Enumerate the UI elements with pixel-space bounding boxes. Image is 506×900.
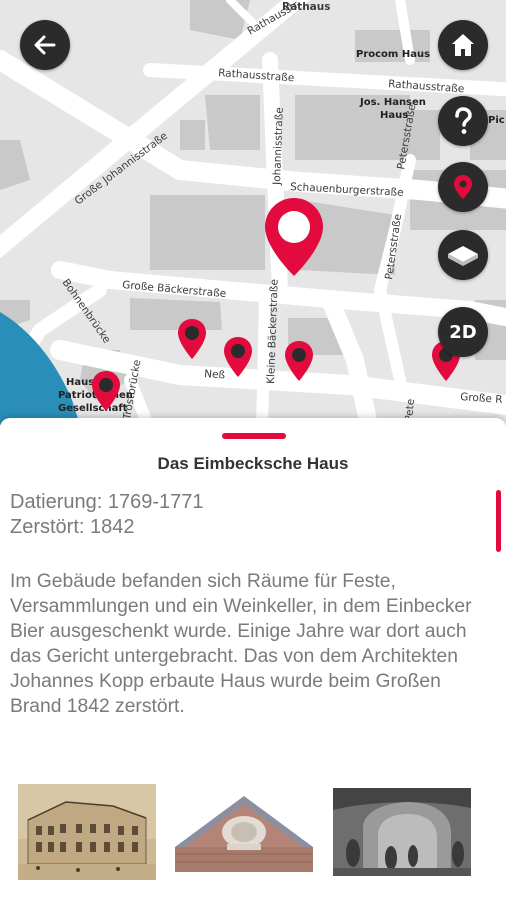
poi-meta: Datierung: 1769-1771 Zerstört: 1842 (10, 490, 203, 540)
poi-title: Das Eimbecksche Haus (157, 454, 349, 473)
help-button[interactable] (438, 96, 488, 146)
gallery-image-cellar[interactable] (333, 788, 471, 876)
arrow-left-icon (34, 35, 56, 55)
gallery-image-building[interactable] (18, 784, 156, 880)
image-gallery (0, 784, 506, 884)
home-icon (452, 34, 474, 56)
home-button[interactable] (438, 20, 488, 70)
building-label-procom: Procom Haus (356, 49, 430, 60)
drag-handle[interactable] (222, 433, 286, 439)
map-layer-icon (448, 246, 478, 266)
poi-dating: Datierung: 1769-1771 (10, 491, 204, 513)
building-label-haus-patriotischen-1: Haus (66, 377, 94, 388)
building-label-haus: Haus (380, 110, 408, 121)
poi-pin-icon[interactable] (223, 336, 253, 378)
building-label-pic: Pic (488, 115, 505, 126)
scrollbar[interactable] (496, 490, 501, 552)
layers-button[interactable] (438, 230, 488, 280)
back-button[interactable] (20, 20, 70, 70)
poi-destroyed: Zerstört: 1842 (10, 516, 135, 538)
building-label-jos-hansen: Jos. Hansen (359, 97, 426, 108)
gallery-image-relief[interactable] (175, 792, 313, 872)
view-mode-2d-button[interactable]: 2D (438, 307, 488, 357)
location-button[interactable] (438, 162, 488, 212)
selected-poi-pin-icon[interactable] (263, 196, 325, 278)
view-mode-label: 2D (449, 321, 477, 343)
map-view[interactable]: Rathaus Rathausstr Rathausstraße Rathaus… (0, 0, 506, 425)
poi-pin-icon[interactable] (284, 340, 314, 382)
question-mark-icon (455, 107, 472, 134)
poi-pin-icon[interactable] (177, 318, 207, 360)
poi-description: Im Gebäude befanden sich Räume für Feste… (10, 571, 472, 717)
map-marker-icon (454, 175, 472, 199)
poi-pin-icon[interactable] (91, 370, 121, 412)
detail-panel: Das Eimbecksche Haus Datierung: 1769-177… (0, 418, 506, 900)
